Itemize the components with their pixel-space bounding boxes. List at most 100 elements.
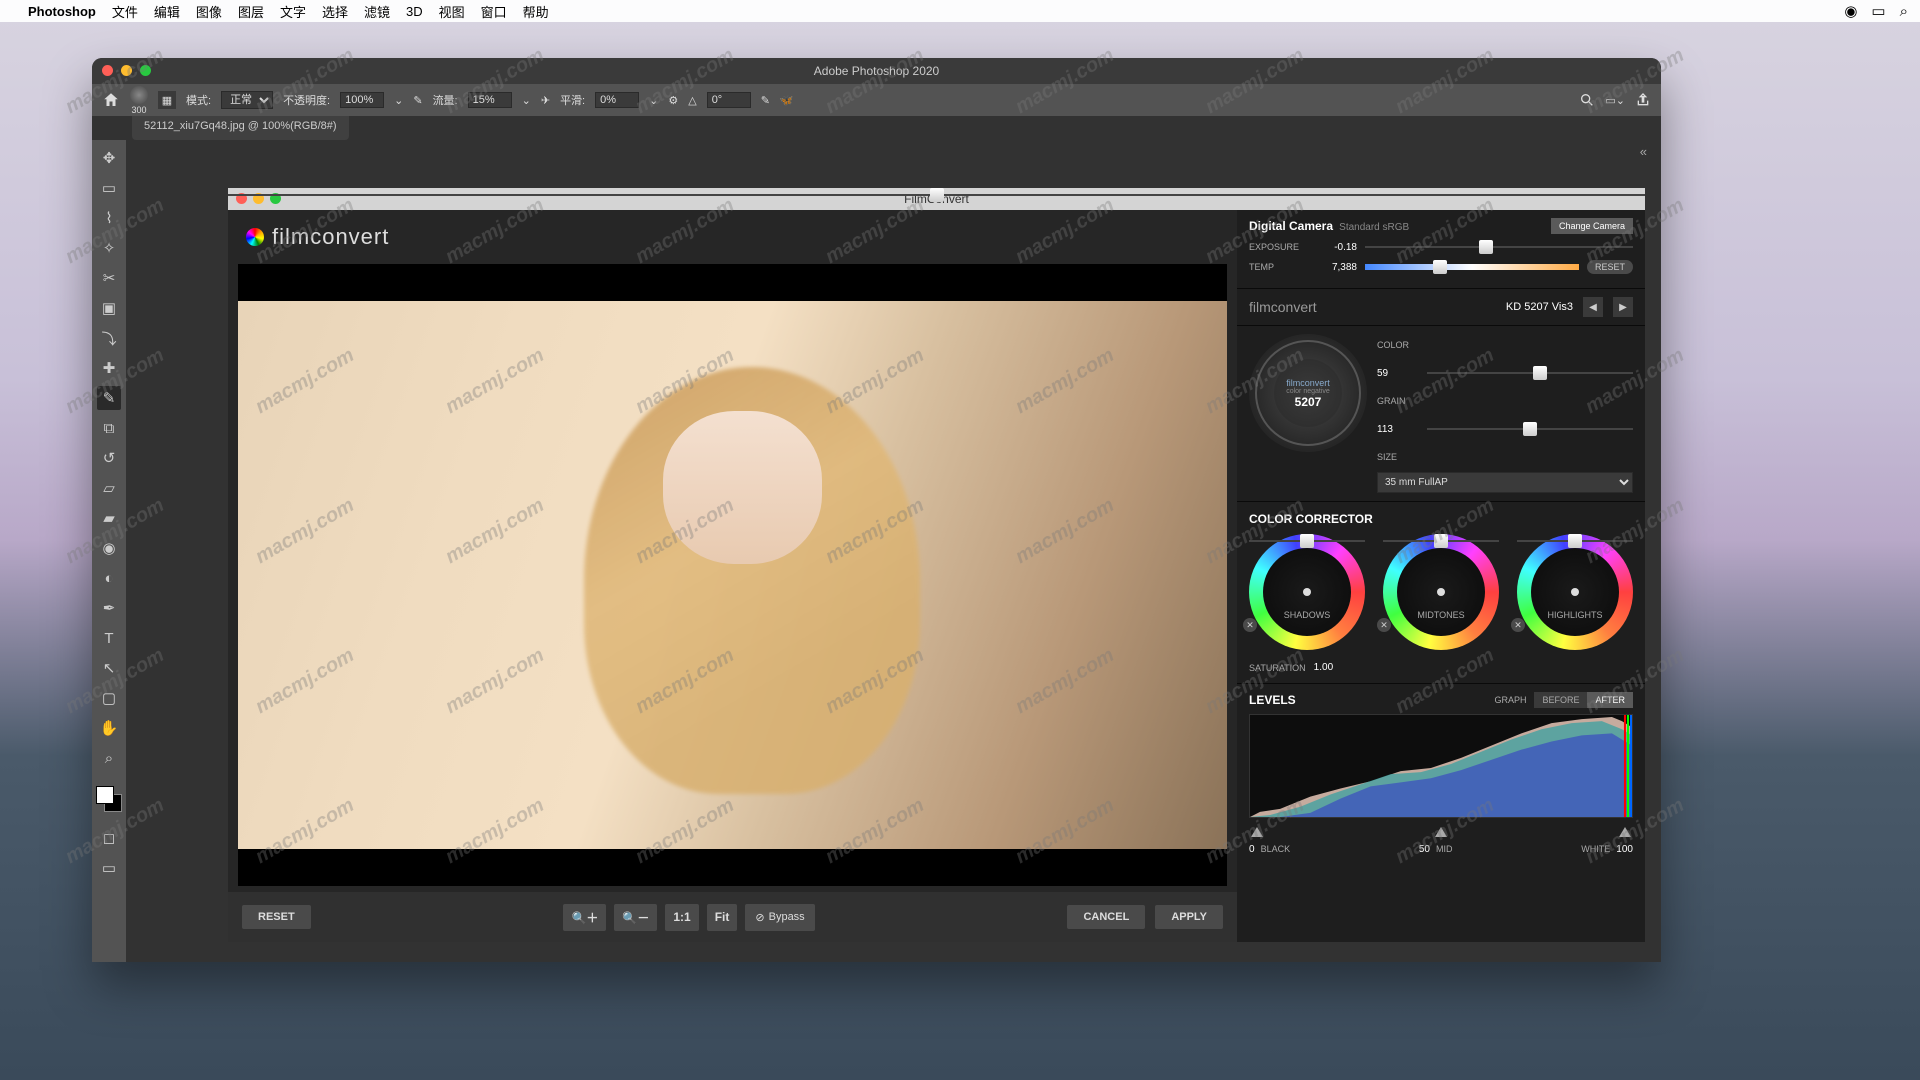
menu-window[interactable]: 窗口: [481, 2, 507, 21]
quickmask-icon[interactable]: ◻: [97, 826, 121, 850]
angle-input[interactable]: [707, 92, 751, 108]
screenmode-icon[interactable]: ▭⌄: [1605, 94, 1625, 107]
menu-layer[interactable]: 图层: [238, 2, 264, 21]
dropdown-icon[interactable]: ⌄: [649, 94, 658, 107]
screen-record-icon[interactable]: ◉: [1844, 2, 1857, 20]
panel-collapse-icon[interactable]: «: [1640, 144, 1647, 159]
menu-file[interactable]: 文件: [112, 2, 138, 21]
camera-reset-button[interactable]: RESET: [1587, 260, 1633, 274]
symmetry-icon[interactable]: 🦋: [780, 94, 794, 107]
midtones-wheel[interactable]: [1383, 534, 1499, 650]
marquee-tool-icon[interactable]: ▭: [97, 176, 121, 200]
filmconvert-dialog: FilmConvert filmconvert RESET 🔍＋ 🔍－ 1:1 …: [228, 188, 1645, 942]
after-button[interactable]: AFTER: [1587, 692, 1633, 708]
display-mirror-icon[interactable]: ▭: [1871, 2, 1885, 20]
highlights-wheel[interactable]: [1517, 534, 1633, 650]
cancel-button[interactable]: CANCEL: [1067, 905, 1145, 929]
prev-stock-button[interactable]: ◀: [1583, 297, 1603, 317]
apply-button[interactable]: APPLY: [1155, 905, 1223, 929]
app-name[interactable]: Photoshop: [28, 4, 96, 19]
exposure-value: -0.18: [1315, 242, 1357, 253]
dropdown-icon[interactable]: ⌄: [522, 94, 531, 107]
exposure-slider[interactable]: [1365, 240, 1633, 254]
minimize-icon[interactable]: [121, 65, 132, 76]
shadows-reset-icon[interactable]: ✕: [1243, 618, 1257, 632]
reset-button[interactable]: RESET: [242, 905, 311, 929]
opacity-input[interactable]: [340, 92, 384, 108]
smooth-input[interactable]: [595, 92, 639, 108]
dodge-tool-icon[interactable]: ◐: [97, 566, 121, 590]
film-dial[interactable]: filmconvert color negative 5207: [1249, 334, 1367, 452]
search-icon[interactable]: [1579, 92, 1595, 108]
blur-tool-icon[interactable]: ◉: [97, 536, 121, 560]
share-icon[interactable]: [1635, 92, 1651, 108]
levels-slider[interactable]: [1249, 824, 1633, 840]
move-tool-icon[interactable]: ✥: [97, 146, 121, 170]
maximize-icon[interactable]: [140, 65, 151, 76]
ps-titlebar[interactable]: Adobe Photoshop 2020: [92, 58, 1661, 84]
home-icon[interactable]: [102, 91, 120, 109]
next-stock-button[interactable]: ▶: [1613, 297, 1633, 317]
zoom-1to1-button[interactable]: 1:1: [665, 904, 698, 931]
search-icon[interactable]: ⌕: [1900, 3, 1908, 20]
zoom-in-button[interactable]: 🔍＋: [563, 904, 606, 931]
shadows-wheel[interactable]: [1249, 534, 1365, 650]
brush-tool-icon[interactable]: ✎: [97, 386, 121, 410]
menu-3d[interactable]: 3D: [406, 4, 423, 19]
menu-select[interactable]: 选择: [322, 2, 348, 21]
menu-help[interactable]: 帮助: [523, 2, 549, 21]
menu-type[interactable]: 文字: [280, 2, 306, 21]
gradient-tool-icon[interactable]: ▰: [97, 506, 121, 530]
zoom-tool-icon[interactable]: ⌕: [97, 746, 121, 770]
size-select[interactable]: 35 mm FullAP: [1377, 472, 1633, 493]
brush-preview-icon[interactable]: [130, 86, 148, 104]
history-brush-icon[interactable]: ↺: [97, 446, 121, 470]
levels-title: LEVELS: [1249, 693, 1296, 707]
midtones-reset-icon[interactable]: ✕: [1377, 618, 1391, 632]
menu-image[interactable]: 图像: [196, 2, 222, 21]
crop-tool-icon[interactable]: ✂: [97, 266, 121, 290]
eyedropper-tool-icon[interactable]: ⤵: [97, 326, 121, 350]
color-swatches[interactable]: [96, 786, 122, 812]
type-tool-icon[interactable]: T: [97, 626, 121, 650]
screenmode-icon[interactable]: ▭: [97, 856, 121, 880]
lasso-tool-icon[interactable]: ⌇: [97, 206, 121, 230]
close-icon[interactable]: [102, 65, 113, 76]
airbrush-icon[interactable]: ✈: [541, 94, 550, 107]
film-stock-name: KD 5207 Vis3: [1506, 301, 1573, 313]
mode-label: 模式:: [186, 92, 211, 108]
preview-area[interactable]: [238, 264, 1227, 886]
menu-edit[interactable]: 编辑: [154, 2, 180, 21]
dropdown-icon[interactable]: ⌄: [394, 94, 403, 107]
path-select-icon[interactable]: ↖: [97, 656, 121, 680]
brush-panel-icon[interactable]: ▦: [158, 91, 176, 109]
pen-tool-icon[interactable]: ✒: [97, 596, 121, 620]
bypass-toggle[interactable]: ⊘Bypass: [745, 904, 814, 931]
menu-filter[interactable]: 滤镜: [364, 2, 390, 21]
pressure-size-icon[interactable]: ✎: [761, 94, 770, 107]
healing-tool-icon[interactable]: ✚: [97, 356, 121, 380]
flow-label: 流量:: [433, 92, 458, 108]
pressure-opacity-icon[interactable]: ✎: [413, 94, 422, 107]
color-slider[interactable]: [1427, 366, 1633, 380]
wand-tool-icon[interactable]: ✧: [97, 236, 121, 260]
frame-tool-icon[interactable]: ▣: [97, 296, 121, 320]
document-tab[interactable]: 52112_xiu7Gq48.jpg @ 100%(RGB/8#): [132, 116, 349, 140]
mode-select[interactable]: 正常: [221, 91, 273, 109]
temp-slider[interactable]: [1365, 260, 1579, 274]
highlights-reset-icon[interactable]: ✕: [1511, 618, 1525, 632]
zoom-fit-button[interactable]: Fit: [707, 904, 738, 931]
before-button[interactable]: BEFORE: [1534, 692, 1587, 708]
hand-tool-icon[interactable]: ✋: [97, 716, 121, 740]
stamp-tool-icon[interactable]: ⧉: [97, 416, 121, 440]
fc-logo: filmconvert: [228, 210, 1237, 264]
flow-input[interactable]: [468, 92, 512, 108]
graph-label: GRAPH: [1494, 695, 1526, 705]
menu-view[interactable]: 视图: [439, 2, 465, 21]
zoom-out-button[interactable]: 🔍－: [614, 904, 657, 931]
gear-icon[interactable]: ⚙: [668, 94, 678, 107]
change-camera-button[interactable]: Change Camera: [1551, 218, 1633, 234]
grain-slider[interactable]: [1427, 422, 1633, 436]
eraser-tool-icon[interactable]: ▱: [97, 476, 121, 500]
shape-tool-icon[interactable]: ▢: [97, 686, 121, 710]
